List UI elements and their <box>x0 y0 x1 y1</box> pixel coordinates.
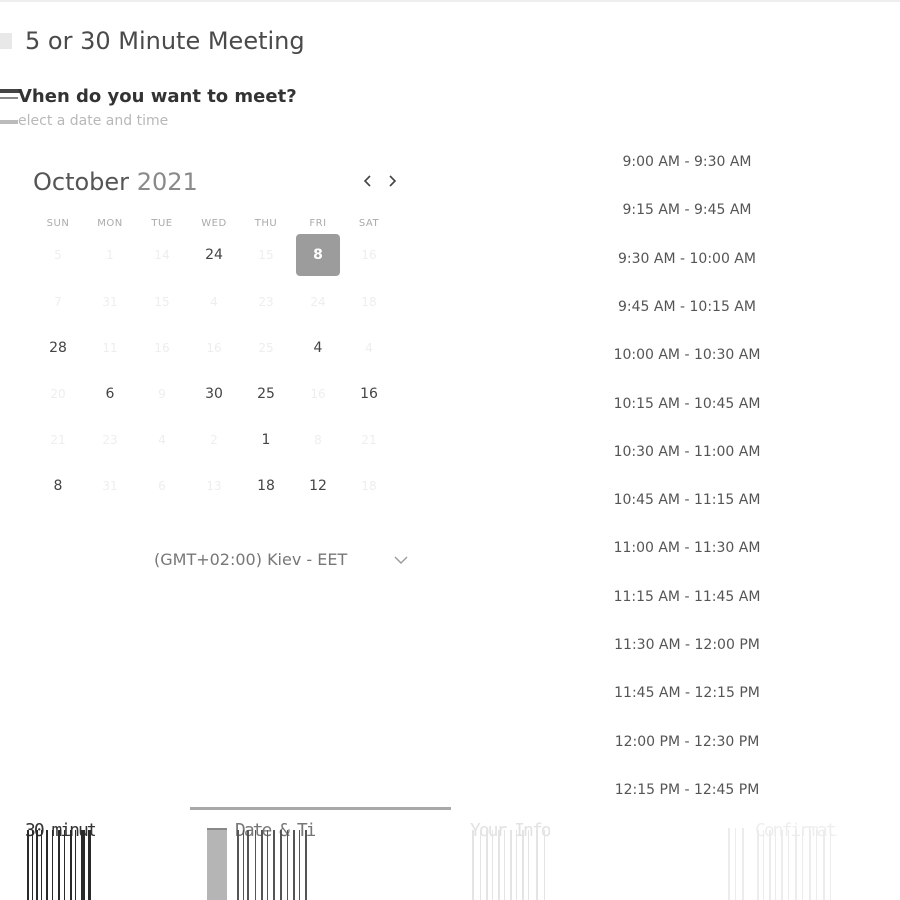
weekday-label: WED <box>201 218 227 229</box>
calendar-day-unavailable: 16 <box>310 387 326 401</box>
time-slot-button[interactable]: 10:00 AM - 10:30 AM <box>600 340 774 370</box>
step-label-stripes <box>27 830 91 900</box>
subtitle-accent-bar <box>0 120 18 124</box>
time-slot-button[interactable]: 12:00 PM - 12:30 PM <box>600 727 774 757</box>
calendar-day-available[interactable]: 18 <box>244 465 288 507</box>
calendar-day-unavailable: 15 <box>258 248 274 262</box>
check-icon <box>728 828 744 900</box>
calendar-day-unavailable: 4 <box>365 341 373 355</box>
calendar-day-available[interactable]: 4 <box>296 327 340 369</box>
active-step-indicator <box>190 807 451 810</box>
calendar-day-unavailable: 21 <box>50 433 66 447</box>
time-slot-button[interactable]: 10:15 AM - 10:45 AM <box>600 389 774 419</box>
chevron-left-icon <box>363 175 371 187</box>
calendar-day-unavailable: 4 <box>210 295 218 309</box>
calendar-day-unavailable: 20 <box>50 387 66 401</box>
timezone-select[interactable]: (GMT+02:00) Kiev - EET <box>154 550 347 569</box>
calendar-day-unavailable: 2 <box>210 433 218 447</box>
calendar-day-unavailable: 5 <box>54 248 62 262</box>
step-label-stripes <box>237 830 307 900</box>
calendar-day-available[interactable]: 1 <box>244 419 288 461</box>
question-subtitle: elect a date and time <box>18 113 169 129</box>
weekday-label: TUE <box>151 218 173 229</box>
calendar-day-unavailable: 31 <box>102 295 118 309</box>
calendar-day-unavailable: 14 <box>154 248 170 262</box>
calendar-day-available[interactable]: 28 <box>36 327 80 369</box>
calendar-day-unavailable: 18 <box>361 479 377 493</box>
time-slot-button[interactable]: 11:45 AM - 12:15 PM <box>600 678 774 708</box>
chevron-right-icon <box>389 175 397 187</box>
step-confirmation[interactable]: Confirmation <box>725 820 837 900</box>
calendar-day-unavailable: 16 <box>206 341 222 355</box>
calendar-day-unavailable: 13 <box>206 479 222 493</box>
calendar-day-unavailable: 25 <box>258 341 274 355</box>
calendar-day-unavailable: 18 <box>361 295 377 309</box>
time-slot-button[interactable]: 10:30 AM - 11:00 AM <box>600 437 774 467</box>
chevron-down-icon[interactable] <box>392 551 410 569</box>
time-slot-button[interactable]: 11:00 AM - 11:30 AM <box>600 533 774 563</box>
time-slot-button[interactable]: 11:15 AM - 11:45 AM <box>600 582 774 612</box>
calendar-year: 2021 <box>136 168 198 196</box>
calendar-day-unavailable: 31 <box>102 479 118 493</box>
page-title: 5 or 30 Minute Meeting <box>25 27 305 55</box>
top-divider <box>0 0 900 2</box>
weekday-label: SAT <box>358 218 380 229</box>
calendar-day-selected[interactable]: 8 <box>296 234 340 276</box>
calendar-day-available[interactable]: 8 <box>36 465 80 507</box>
calendar-day-unavailable: 6 <box>158 479 166 493</box>
weekday-label: FRI <box>309 218 327 229</box>
calendar-day-unavailable: 21 <box>361 433 377 447</box>
calendar-day-unavailable: 1 <box>106 248 114 262</box>
calendar-day-unavailable: 8 <box>314 433 322 447</box>
calendar-day-available[interactable]: 12 <box>296 465 340 507</box>
calendar-day-available[interactable]: 24 <box>192 234 236 276</box>
time-slot-button[interactable]: 9:30 AM - 10:00 AM <box>600 244 774 274</box>
calendar-day-available[interactable]: 30 <box>192 373 236 415</box>
question-heading: Vhen do you want to meet? <box>18 86 297 107</box>
time-slot-button[interactable]: 9:15 AM - 9:45 AM <box>600 195 774 225</box>
calendar-day-unavailable: 11 <box>102 341 118 355</box>
prev-month-button[interactable] <box>359 172 377 194</box>
calendar-day-available[interactable]: 16 <box>347 373 391 415</box>
time-slot-button[interactable]: 9:45 AM - 10:15 AM <box>600 292 774 322</box>
calendar-day-unavailable: 16 <box>361 248 377 262</box>
calendar-month: October <box>33 168 130 196</box>
time-slot-button[interactable]: 9:00 AM - 9:30 AM <box>600 147 774 177</box>
step-your-info[interactable]: Your Info <box>470 820 550 900</box>
title-color-swatch <box>0 33 12 49</box>
time-slot-button[interactable]: 10:45 AM - 11:15 AM <box>600 485 774 515</box>
calendar-month-label: October 2021 <box>33 168 198 196</box>
calendar-day-available[interactable]: 25 <box>244 373 288 415</box>
calendar-day-unavailable: 24 <box>310 295 326 309</box>
weekday-label: MON <box>97 218 123 229</box>
time-slot-button[interactable]: 12:15 PM - 12:45 PM <box>600 775 774 805</box>
step-label-stripes <box>757 830 831 900</box>
question-accent-bar <box>0 89 20 93</box>
step-date-time[interactable]: Date & Time <box>205 820 315 900</box>
calendar-day-unavailable: 23 <box>102 433 118 447</box>
next-month-button[interactable] <box>383 172 401 194</box>
weekday-label: THU <box>254 218 278 229</box>
calendar-day-unavailable: 23 <box>258 295 274 309</box>
time-slot-button[interactable]: 11:30 AM - 12:00 PM <box>600 630 774 660</box>
calendar-day-unavailable: 4 <box>158 433 166 447</box>
calendar-day-unavailable: 15 <box>154 295 170 309</box>
question-accent-bar-secondary <box>0 97 18 99</box>
step-duration[interactable]: 30 minutes <box>25 820 95 900</box>
calendar-day-unavailable: 9 <box>158 387 166 401</box>
calendar-day-unavailable: 7 <box>54 295 62 309</box>
calendar-day-unavailable: 16 <box>154 341 170 355</box>
calendar-day-available[interactable]: 6 <box>88 373 132 415</box>
calendar-icon <box>207 828 227 900</box>
step-label-stripes <box>472 830 545 900</box>
weekday-label: SUN <box>46 218 70 229</box>
